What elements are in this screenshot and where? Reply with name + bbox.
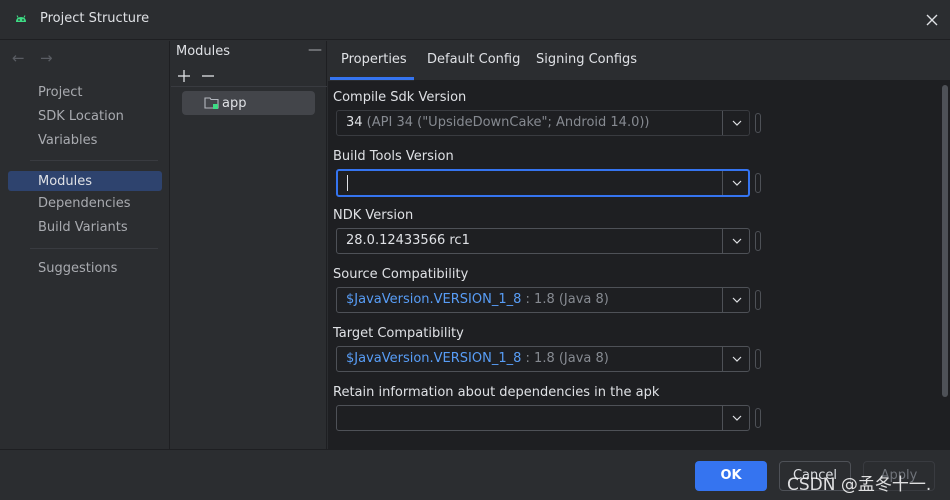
nav-divider [30, 160, 158, 161]
compile-sdk-number: 34 [346, 115, 363, 130]
nav-item-variables[interactable]: Variables [38, 133, 97, 148]
compile-sdk-combo[interactable]: 34 (API 34 ("UpsideDownCake"; Android 14… [336, 110, 750, 136]
left-nav: ← → Project SDK Location Variables Modul… [0, 41, 170, 449]
nav-item-modules[interactable]: Modules [38, 174, 92, 189]
target-compat-value: $JavaVersion.VERSION_1_8 : 1.8 (Java 8) [346, 351, 609, 366]
collapse-icon[interactable]: — [308, 42, 322, 58]
text-caret [347, 175, 348, 191]
compile-sdk-label: Compile Sdk Version [333, 90, 467, 105]
chevron-down-icon[interactable] [731, 117, 743, 129]
active-tab-indicator [330, 77, 414, 80]
build-tools-side-handle[interactable] [755, 173, 761, 193]
forward-arrow-icon[interactable]: → [40, 50, 56, 66]
close-icon[interactable] [922, 10, 942, 30]
chevron-down-icon[interactable] [731, 177, 743, 189]
compile-sdk-side-handle[interactable] [755, 113, 761, 133]
android-icon [16, 15, 26, 22]
target-compat-combo[interactable]: $JavaVersion.VERSION_1_8 : 1.8 (Java 8) [336, 346, 750, 372]
plus-icon[interactable] [177, 69, 191, 83]
properties-panel: Properties Default Config Signing Config… [328, 41, 950, 449]
target-compat-hint: : 1.8 (Java 8) [521, 351, 609, 366]
modules-panel: Modules — app [171, 41, 327, 449]
target-compat-label: Target Compatibility [333, 326, 464, 341]
scrollbar-thumb[interactable] [942, 85, 948, 397]
chevron-down-icon[interactable] [731, 412, 743, 424]
modules-header: Modules [176, 44, 231, 59]
ndk-side-handle[interactable] [755, 231, 761, 251]
ndk-combo[interactable]: 28.0.12433566 rc1 [336, 228, 750, 254]
title-bar: Project Structure [0, 0, 950, 40]
source-compat-label: Source Compatibility [333, 267, 469, 282]
combo-divider [722, 171, 723, 195]
minus-icon[interactable] [201, 69, 215, 83]
source-compat-value: $JavaVersion.VERSION_1_8 : 1.8 (Java 8) [346, 292, 609, 307]
ok-button[interactable]: OK [695, 461, 767, 491]
tab-bar: Properties Default Config Signing Config… [328, 41, 950, 81]
nav-item-project[interactable]: Project [38, 85, 82, 100]
tab-signing-configs[interactable]: Signing Configs [536, 52, 637, 67]
chevron-down-icon[interactable] [731, 353, 743, 365]
nav-arrows: ← → [12, 50, 56, 66]
retain-info-combo[interactable] [336, 405, 750, 431]
combo-divider [722, 288, 723, 312]
build-tools-label: Build Tools Version [333, 149, 454, 164]
retain-info-side-handle[interactable] [755, 408, 761, 428]
source-compat-hint: : 1.8 (Java 8) [521, 292, 609, 307]
chevron-down-icon[interactable] [731, 294, 743, 306]
chevron-down-icon[interactable] [731, 235, 743, 247]
vertical-scrollbar[interactable] [940, 81, 948, 439]
target-compat-variable: $JavaVersion.VERSION_1_8 [346, 351, 522, 366]
combo-divider [722, 111, 723, 135]
retain-info-label: Retain information about dependencies in… [333, 385, 660, 400]
build-tools-combo[interactable] [336, 169, 750, 197]
modules-toolbar [177, 65, 215, 83]
nav-item-build-variants[interactable]: Build Variants [38, 220, 128, 235]
ndk-value: 28.0.12433566 rc1 [346, 233, 470, 248]
tab-default-config[interactable]: Default Config [427, 52, 520, 67]
module-item-app[interactable]: app [182, 91, 315, 115]
window-title: Project Structure [40, 11, 150, 26]
combo-divider [722, 347, 723, 371]
back-arrow-icon[interactable]: ← [12, 50, 28, 66]
source-compat-side-handle[interactable] [755, 290, 761, 310]
modules-divider [171, 86, 327, 87]
nav-item-dependencies[interactable]: Dependencies [38, 196, 131, 211]
nav-item-sdk-location[interactable]: SDK Location [38, 109, 124, 124]
source-compat-variable: $JavaVersion.VERSION_1_8 [346, 292, 522, 307]
compile-sdk-value: 34 (API 34 ("UpsideDownCake"; Android 14… [346, 115, 650, 130]
compile-sdk-hint: (API 34 ("UpsideDownCake"; Android 14.0)… [362, 115, 650, 130]
module-item-label: app [222, 95, 247, 111]
ndk-label: NDK Version [333, 208, 414, 223]
combo-divider [722, 406, 723, 430]
nav-divider [30, 248, 158, 249]
source-compat-combo[interactable]: $JavaVersion.VERSION_1_8 : 1.8 (Java 8) [336, 287, 750, 313]
module-folder-icon [204, 97, 219, 109]
combo-divider [722, 229, 723, 253]
tab-properties[interactable]: Properties [341, 52, 407, 67]
watermark: CSDN @孟冬十一. [787, 475, 932, 495]
target-compat-side-handle[interactable] [755, 349, 761, 369]
nav-item-suggestions[interactable]: Suggestions [38, 261, 117, 276]
